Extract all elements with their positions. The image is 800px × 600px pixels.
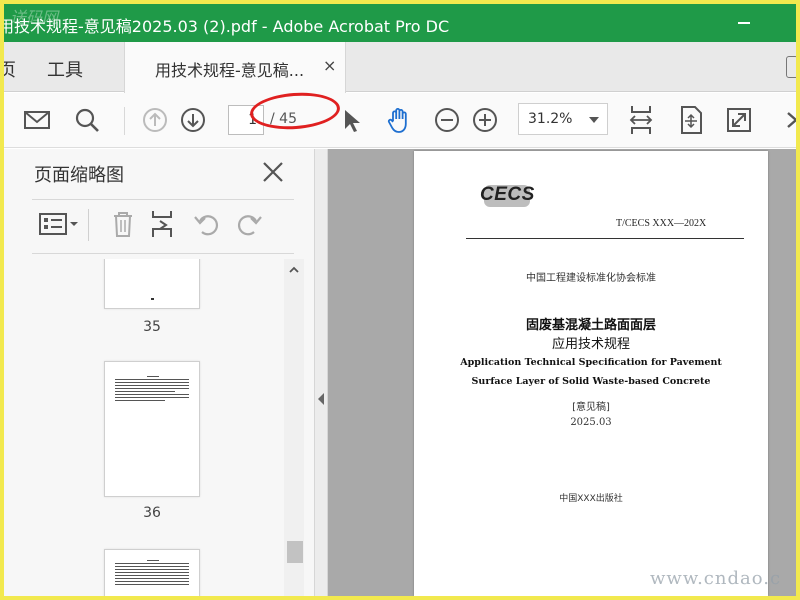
zoom-level-select[interactable]: 31.2% <box>518 103 608 135</box>
zoom-in-icon[interactable] <box>470 105 500 135</box>
search-icon[interactable] <box>72 105 102 135</box>
scrollbar-thumb[interactable] <box>287 541 303 563</box>
next-page-icon[interactable] <box>178 105 208 135</box>
chevron-down-icon <box>589 117 599 123</box>
tab-bar: 页 工具 用技术规程-意见稿... × <box>4 42 796 93</box>
select-tool-icon[interactable] <box>336 105 366 135</box>
thumbnail-options-icon[interactable] <box>38 209 80 239</box>
page-thumbnails-panel: 页面缩略图 35 36 <box>4 149 314 596</box>
page-thumbnail[interactable] <box>104 549 200 596</box>
cecs-logo: CECS <box>480 184 535 205</box>
zoom-level-value: 31.2% <box>528 111 573 127</box>
document-view[interactable]: CECS T/CECS XXX—202X 中国工程建设标准化协会标准 固废基混凝… <box>328 149 796 596</box>
page-thumbnail[interactable] <box>104 259 200 309</box>
tab-overflow-button[interactable] <box>786 56 796 78</box>
zoom-out-icon[interactable] <box>432 105 462 135</box>
tool-separator <box>88 209 89 241</box>
document-title-en-line1: Application Technical Specification for … <box>460 357 722 368</box>
app-window: 用技术规程-意见稿2025.03 (2).pdf - Adobe Acrobat… <box>4 4 796 596</box>
rotate-counterclockwise-icon[interactable] <box>192 209 222 239</box>
minimize-button[interactable] <box>738 22 750 24</box>
chevron-left-icon <box>318 393 324 405</box>
insert-page-icon[interactable] <box>148 209 178 239</box>
document-date: 2025.03 <box>570 417 612 428</box>
full-screen-icon[interactable] <box>724 105 754 135</box>
publisher-name: 中国XXX出版社 <box>559 494 623 504</box>
panel-divider <box>32 253 294 254</box>
thumbnail-scrollbar[interactable] <box>284 259 304 596</box>
fit-page-icon[interactable] <box>626 103 656 137</box>
thumbnail-list: 35 36 <box>32 259 284 596</box>
header-rule <box>466 238 744 239</box>
panel-divider <box>32 199 294 200</box>
trash-icon[interactable] <box>108 209 138 239</box>
rotate-clockwise-icon[interactable] <box>234 209 264 239</box>
document-title-en-line2: Surface Layer of Solid Waste-based Concr… <box>471 376 711 387</box>
panel-collapse-handle[interactable] <box>314 149 328 596</box>
scroll-mode-icon[interactable] <box>676 105 706 135</box>
more-options-icon[interactable] <box>778 105 796 135</box>
panel-title: 页面缩略图 <box>34 165 124 186</box>
document-title-cn-line1: 固废基混凝土路面面层 <box>525 318 656 333</box>
previous-page-icon[interactable] <box>140 105 170 135</box>
watermark-text: 送码网 <box>10 8 59 27</box>
pdf-page: CECS T/CECS XXX—202X 中国工程建设标准化协会标准 固废基混凝… <box>414 151 768 596</box>
tab-document-label: 用技术规程-意见稿... <box>155 61 305 80</box>
toolbar: 1 / 45 31.2% <box>4 93 796 148</box>
chevron-up-icon[interactable] <box>289 265 299 275</box>
thumbnail-page-number: 35 <box>143 319 161 335</box>
thumbnail-page-number: 36 <box>143 505 161 521</box>
standard-number: T/CECS XXX—202X <box>616 218 707 229</box>
title-bar: 用技术规程-意见稿2025.03 (2).pdf - Adobe Acrobat… <box>4 4 796 42</box>
tab-home[interactable]: 页 <box>4 56 16 82</box>
email-icon[interactable] <box>22 105 52 135</box>
draft-tag: [意见稿] <box>572 402 610 413</box>
site-watermark: www.cndao.c <box>650 568 782 589</box>
tab-document[interactable]: 用技术规程-意见稿... × <box>124 42 346 93</box>
association-name: 中国工程建设标准化协会标准 <box>526 273 656 284</box>
tab-tools[interactable]: 工具 <box>47 56 83 82</box>
window-title: 用技术规程-意见稿2025.03 (2).pdf - Adobe Acrobat… <box>4 17 450 36</box>
close-icon[interactable] <box>260 159 286 185</box>
page-thumbnail[interactable] <box>104 361 200 497</box>
document-title-cn-line2: 应用技术规程 <box>551 337 630 352</box>
toolbar-separator <box>124 107 125 135</box>
hand-tool-icon[interactable] <box>384 105 414 135</box>
tab-close-button[interactable]: × <box>323 56 336 75</box>
